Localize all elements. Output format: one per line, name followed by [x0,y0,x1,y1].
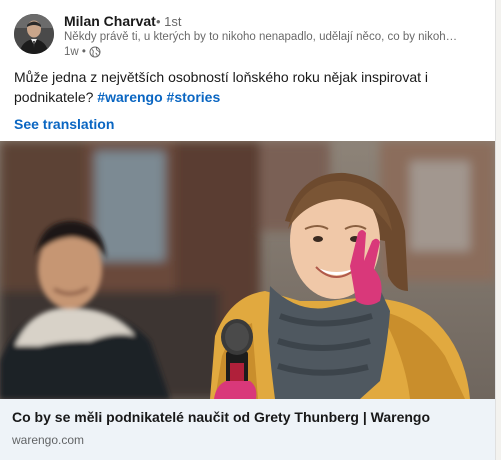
connection-degree: • 1st [156,14,182,29]
hashtag-stories[interactable]: #stories [167,89,221,105]
link-preview-title[interactable]: Co by se měli podnikatelé naučit od Gret… [12,409,430,425]
link-preview-footer[interactable]: Co by se měli podnikatelé naučit od Gret… [0,399,495,460]
post-text: Může jedna z největších osobností loňské… [14,67,474,107]
author-headline: Někdy právě ti, u kterých by to nikoho n… [64,31,458,43]
post-header: Milan Charvat • 1st Někdy právě ti, u kt… [14,12,484,62]
see-translation-link[interactable]: See translation [14,116,114,132]
post-time: 1w • [64,46,86,58]
author-name[interactable]: Milan Charvat [64,13,156,29]
hashtag-warengo[interactable]: #warengo [97,89,162,105]
post-meta: 1w • [64,46,101,58]
link-preview-image[interactable] [0,141,495,399]
link-preview-domain: warengo.com [12,433,85,447]
globe-icon [89,46,101,58]
feed-post-card: Milan Charvat • 1st Někdy právě ti, u kt… [0,0,496,460]
post-text-main: Může jedna z největších osobností loňské… [14,69,429,105]
author-avatar[interactable] [14,14,54,54]
